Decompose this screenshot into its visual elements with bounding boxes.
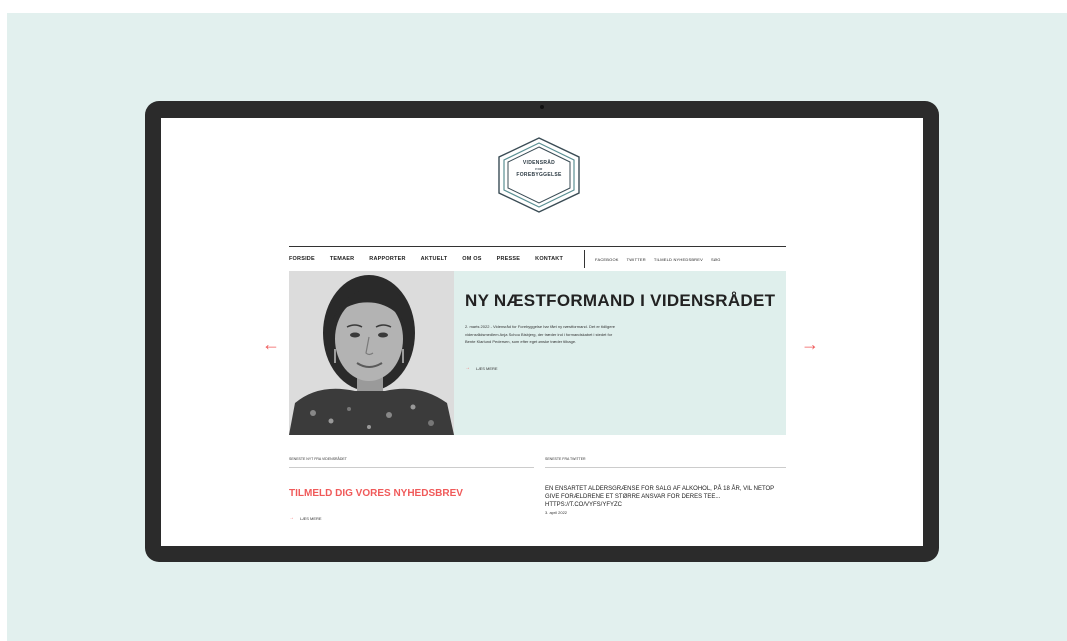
nav-item-forside[interactable]: FORSIDE [289,256,315,262]
nav-item-aktuelt[interactable]: AKTUELT [421,256,448,262]
logo-line-3: FOREBYGGELSE [516,172,562,178]
news-readmore-link[interactable]: → LÆS MERE [289,515,322,521]
nav-item-presse[interactable]: PRESSE [497,256,521,262]
hero-readmore-link[interactable]: → LÆS MERE [465,365,498,371]
newsletter-signup-link[interactable]: TILMELD DIG VORES NYHEDSBREV [289,488,463,499]
latest-news-heading: SENESTE NYT FRA VIDENSRÅDET [289,457,534,468]
nav-social-links: FACEBOOK TWITTER TILMELD NYHEDSBREV SØG [595,257,728,262]
twitter-heading: SENESTE FRA TWITTER [545,457,786,468]
carousel-next-button[interactable]: → [801,335,819,353]
nav-item-rapporter[interactable]: RAPPORTER [369,256,405,262]
arrow-right-icon: → [289,515,294,521]
hero-portrait-image [289,271,454,435]
tweet-date: 3. april 2022 [545,510,568,515]
tweet-text[interactable]: EN ENSARTET ALDERSGRÆNSE FOR SALG AF ALK… [545,485,790,509]
nav-main-links: FORSIDE TEMAER RAPPORTER AKTUELT OM OS P… [289,247,578,271]
nav-item-facebook[interactable]: FACEBOOK [595,257,619,262]
news-readmore-label: LÆS MERE [300,515,322,521]
nav-item-newsletter[interactable]: TILMELD NYHEDSBREV [654,257,703,262]
main-navigation: FORSIDE TEMAER RAPPORTER AKTUELT OM OS P… [289,246,786,272]
arrow-right-icon: → [465,365,470,371]
nav-item-om-os[interactable]: OM OS [462,256,481,262]
nav-item-twitter[interactable]: TWITTER [627,257,646,262]
portrait-illustration [289,271,454,435]
nav-divider [584,250,586,268]
camera-dot [540,105,544,109]
hero-slide: NY NÆSTFORMAND I VIDENSRÅDET 2. marts 20… [289,271,786,435]
site-logo[interactable]: VIDENSRÅD FOR FOREBYGGELSE [495,136,583,214]
logo-text: VIDENSRÅD FOR FOREBYGGELSE [495,160,583,179]
arrow-left-icon: ← [262,334,280,354]
hero-title[interactable]: NY NÆSTFORMAND I VIDENSRÅDET [465,291,775,311]
hero-readmore-label: LÆS MERE [476,365,498,371]
twitter-column: SENESTE FRA TWITTER EN ENSARTET ALDERSGR… [545,457,786,515]
nav-item-search[interactable]: SØG [711,257,721,262]
hero-description: 2. marts 2022 - Vidensråd for Forebyggel… [465,324,616,344]
logo-line-1: VIDENSRÅD [522,160,556,166]
monitor-frame: VIDENSRÅD FOR FOREBYGGELSE FORSIDE TEMAE… [145,101,939,562]
arrow-right-icon: → [801,334,819,354]
nav-item-temaer[interactable]: TEMAER [330,256,354,262]
carousel-prev-button[interactable]: ← [262,335,280,353]
latest-news-column: SENESTE NYT FRA VIDENSRÅDET TILMELD DIG … [289,457,534,521]
nav-item-kontakt[interactable]: KONTAKT [535,256,563,262]
website-screen: VIDENSRÅD FOR FOREBYGGELSE FORSIDE TEMAE… [161,118,923,546]
